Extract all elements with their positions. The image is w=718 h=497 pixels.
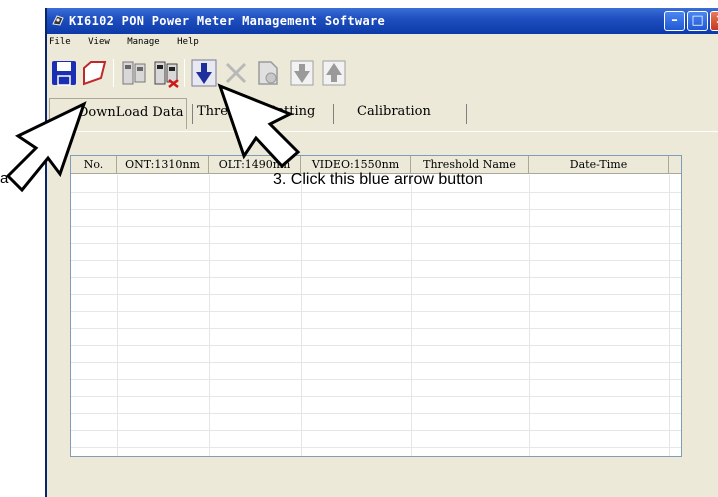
close-icon: ✕ <box>711 12 718 30</box>
minimize-button[interactable]: – <box>664 11 685 31</box>
table-row <box>71 277 681 278</box>
table-column-divider <box>209 175 210 456</box>
tab-calibration[interactable]: Calibration <box>357 98 477 126</box>
title-bar[interactable]: KI6102 PON Power Meter Management Softwa… <box>47 8 718 34</box>
table-column-divider <box>529 175 530 456</box>
table-row <box>71 226 681 227</box>
app-icon <box>52 15 64 26</box>
minimize-icon: – <box>671 13 678 28</box>
menu-help[interactable]: Help <box>177 37 199 47</box>
menu-view[interactable]: View <box>88 37 110 47</box>
table-body <box>71 175 681 456</box>
tab-strip: DownLoad Data Threshold Setting Calibrat… <box>47 98 718 130</box>
column-date-time[interactable]: Date-Time <box>529 156 669 174</box>
tab-divider <box>466 104 467 124</box>
table-row <box>71 396 681 397</box>
device-connect-icon[interactable] <box>119 58 149 88</box>
menu-file[interactable]: File <box>49 37 71 47</box>
maximize-icon: □ <box>691 13 704 28</box>
table-row <box>71 311 681 312</box>
device-disconnect-icon[interactable] <box>151 58 181 88</box>
cursor-arrow-icon <box>5 101 87 193</box>
table-row <box>71 260 681 261</box>
tab-divider <box>333 104 334 124</box>
table-row <box>71 209 681 210</box>
table-row <box>71 413 681 414</box>
close-button[interactable]: ✕ <box>710 11 718 31</box>
maximize-button[interactable]: □ <box>687 11 708 31</box>
table-row <box>71 362 681 363</box>
table-row <box>71 243 681 244</box>
open-folder-icon[interactable] <box>79 58 109 88</box>
menu-manage[interactable]: Manage <box>127 37 160 47</box>
menu-bar: File View Manage Help <box>47 37 718 53</box>
table-row <box>71 294 681 295</box>
table-column-divider <box>669 175 670 456</box>
table-column-divider <box>301 175 302 456</box>
table-row <box>71 192 681 193</box>
table-row <box>71 328 681 329</box>
table-column-divider <box>117 175 118 456</box>
data-table[interactable]: No. ONT:1310nm OLT:1490nm VIDEO:1550nm T… <box>70 155 682 457</box>
cursor-arrow-icon <box>217 83 301 169</box>
toolbar-separator <box>184 59 185 87</box>
move-up-icon[interactable] <box>319 58 349 88</box>
table-row <box>71 430 681 431</box>
save-icon[interactable] <box>49 58 79 88</box>
toolbar-separator <box>113 59 114 87</box>
window-title: KI6102 PON Power Meter Management Softwa… <box>69 14 386 28</box>
table-row <box>71 379 681 380</box>
table-row <box>71 447 681 448</box>
toolbar <box>47 55 718 93</box>
tab-divider <box>192 104 193 124</box>
table-column-divider <box>411 175 412 456</box>
table-row <box>71 345 681 346</box>
column-ont-1310[interactable]: ONT:1310nm <box>117 156 209 174</box>
app-window: KI6102 PON Power Meter Management Softwa… <box>45 8 718 497</box>
